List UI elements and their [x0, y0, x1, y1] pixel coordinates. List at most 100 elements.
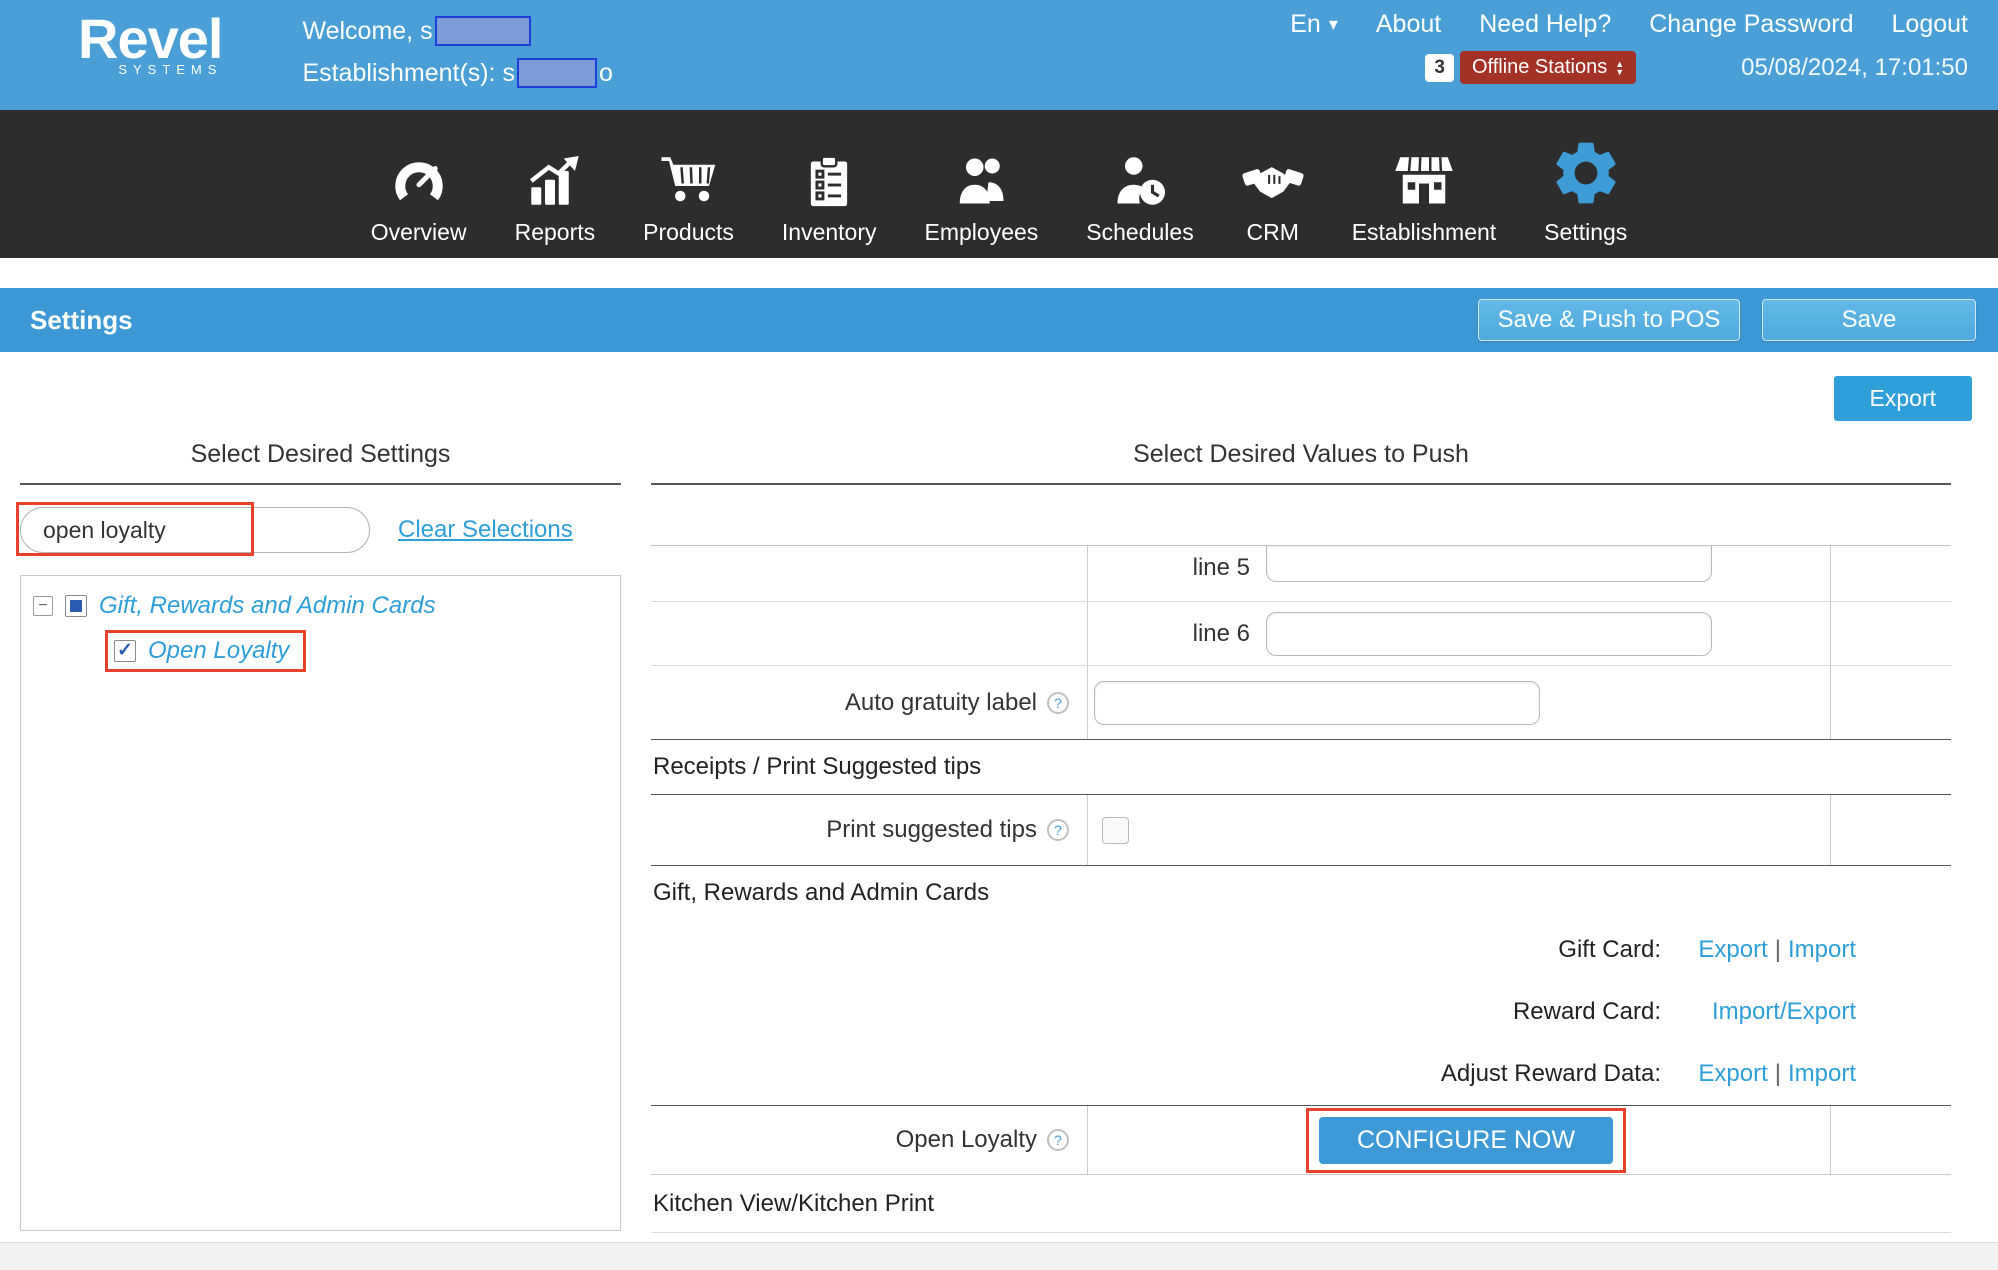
change-password-link[interactable]: Change Password [1649, 10, 1853, 39]
save-and-push-button[interactable]: Save & Push to POS [1478, 299, 1740, 341]
row-open-loyalty: Open Loyalty ? CONFIGURE NOW [651, 1105, 1951, 1175]
row-line6: line 6 [651, 601, 1951, 665]
about-link[interactable]: About [1376, 10, 1441, 39]
line5-input[interactable] [1266, 546, 1712, 582]
handshake-icon [1242, 143, 1304, 211]
export-button[interactable]: Export [1834, 376, 1972, 421]
reward-card-label: Reward Card: [651, 998, 1661, 1026]
language-label: En [1290, 10, 1321, 39]
offline-count-badge: 3 [1425, 54, 1454, 82]
nav-item-establishment[interactable]: Establishment [1328, 143, 1520, 246]
clear-selections-link[interactable]: Clear Selections [398, 516, 573, 544]
auto-gratuity-input[interactable] [1094, 681, 1540, 725]
logout-link[interactable]: Logout [1892, 10, 1968, 39]
nav-item-label: Settings [1544, 219, 1627, 246]
main-nav: Overview Reports Products Inventory Empl… [0, 110, 1998, 258]
line6-label: line 6 [1094, 620, 1266, 648]
chevron-down-icon: ▾ [1329, 14, 1338, 35]
separator: | [1768, 936, 1788, 963]
reward-card-import-export-link[interactable]: Import/Export [1712, 998, 1856, 1025]
nav-item-products[interactable]: Products [619, 143, 758, 246]
revel-logo[interactable]: Revel SYSTEMS [0, 0, 222, 77]
tree-parent-label[interactable]: Gift, Rewards and Admin Cards [99, 592, 436, 620]
collapse-icon[interactable]: − [33, 596, 53, 616]
adjust-reward-export-link[interactable]: Export [1698, 1060, 1767, 1087]
bar-chart-icon [525, 143, 585, 211]
annotation-highlight: Open Loyalty [105, 630, 306, 672]
establishment-text-suffix: o [599, 59, 613, 88]
help-icon[interactable]: ? [1047, 1129, 1069, 1151]
row-auto-gratuity: Auto gratuity label ? [651, 665, 1951, 739]
gift-card-row: Gift Card: Export|Import [651, 919, 1951, 981]
tree-child-label[interactable]: Open Loyalty [148, 637, 289, 665]
adjust-reward-data-label: Adjust Reward Data: [651, 1060, 1661, 1088]
reward-card-row: Reward Card: Import/Export [651, 981, 1951, 1043]
nav-item-label: Products [643, 219, 734, 246]
parent-checkbox[interactable] [65, 595, 87, 617]
settings-search-input[interactable] [20, 507, 370, 553]
settings-tree: − Gift, Rewards and Admin Cards Open Loy… [20, 575, 621, 1231]
nav-item-overview[interactable]: Overview [347, 143, 491, 246]
nav-item-inventory[interactable]: Inventory [758, 143, 901, 246]
help-icon[interactable]: ? [1047, 819, 1069, 841]
open-loyalty-checkbox[interactable] [114, 640, 136, 662]
row-print-suggested-tips: Print suggested tips ? [651, 795, 1951, 865]
status-row: 3 Offline Stations ▲▼ 05/08/2024, 17:01:… [1425, 51, 1968, 84]
configure-now-button[interactable]: CONFIGURE NOW [1319, 1117, 1613, 1164]
gauge-icon [389, 143, 449, 211]
nav-item-settings[interactable]: Settings [1520, 143, 1651, 246]
logo-text: Revel [78, 12, 222, 66]
row-line5: line 5 [651, 545, 1951, 601]
gift-card-export-link[interactable]: Export [1698, 936, 1767, 963]
people-icon [951, 143, 1011, 211]
header-links: En ▾ About Need Help? Change Password Lo… [1290, 10, 1968, 39]
print-tips-checkbox[interactable] [1102, 817, 1129, 844]
line5-label: line 5 [1094, 546, 1266, 582]
cart-icon [659, 143, 719, 211]
export-row: Export [0, 352, 1998, 440]
settings-selection-panel: Select Desired Settings Clear Selections… [20, 440, 621, 1231]
help-icon[interactable]: ? [1047, 692, 1069, 714]
section-gift-rewards-admin: Gift, Rewards and Admin Cards [651, 865, 1951, 919]
sort-arrows-icon: ▲▼ [1615, 60, 1624, 76]
offline-stations-badge[interactable]: Offline Stations ▲▼ [1460, 51, 1636, 84]
gift-card-label: Gift Card: [651, 936, 1661, 964]
nav-item-crm[interactable]: CRM [1218, 143, 1328, 246]
auto-gratuity-label: Auto gratuity label [845, 689, 1037, 717]
nav-item-schedules[interactable]: Schedules [1062, 143, 1217, 246]
adjust-reward-import-link[interactable]: Import [1788, 1060, 1856, 1087]
need-help-link[interactable]: Need Help? [1479, 10, 1611, 39]
open-loyalty-label: Open Loyalty [896, 1126, 1037, 1154]
left-panel-title: Select Desired Settings [20, 440, 621, 485]
nav-item-reports[interactable]: Reports [491, 143, 620, 246]
redaction-box [517, 58, 597, 88]
section-kitchen-view-print: Kitchen View/Kitchen Print [651, 1175, 1951, 1233]
language-selector[interactable]: En ▾ [1290, 10, 1338, 39]
line6-input[interactable] [1266, 612, 1712, 656]
nav-item-label: Establishment [1352, 219, 1496, 246]
spacer-cell [1830, 602, 1951, 665]
save-button[interactable]: Save [1762, 299, 1976, 341]
welcome-text: Welcome, s [302, 17, 432, 46]
settings-search-row: Clear Selections [20, 507, 621, 553]
nav-item-label: Reports [515, 219, 596, 246]
bottom-strip [0, 1242, 1998, 1270]
tree-parent-row: − Gift, Rewards and Admin Cards [33, 592, 608, 620]
nav-item-employees[interactable]: Employees [901, 143, 1063, 246]
header-right: En ▾ About Need Help? Change Password Lo… [1290, 10, 1968, 84]
adjust-reward-data-row: Adjust Reward Data: Export|Import [651, 1043, 1951, 1105]
main-content: Select Desired Settings Clear Selections… [0, 440, 1998, 1233]
nav-item-label: Employees [925, 219, 1039, 246]
nav-item-label: Overview [371, 219, 467, 246]
spacer-cell [1830, 666, 1951, 739]
empty-label-cell [651, 602, 1088, 665]
offline-stations-label: Offline Stations [1472, 56, 1607, 79]
gift-card-import-link[interactable]: Import [1788, 936, 1856, 963]
spacer-cell [1830, 1106, 1951, 1174]
spacer-cell [1830, 546, 1951, 601]
page-title: Settings [30, 305, 133, 336]
spacer-cell [1830, 795, 1951, 865]
person-clock-icon [1110, 143, 1170, 211]
revel-backoffice-page: Revel SYSTEMS Welcome, s Establishment(s… [0, 0, 1998, 1270]
separator: | [1768, 1060, 1788, 1087]
